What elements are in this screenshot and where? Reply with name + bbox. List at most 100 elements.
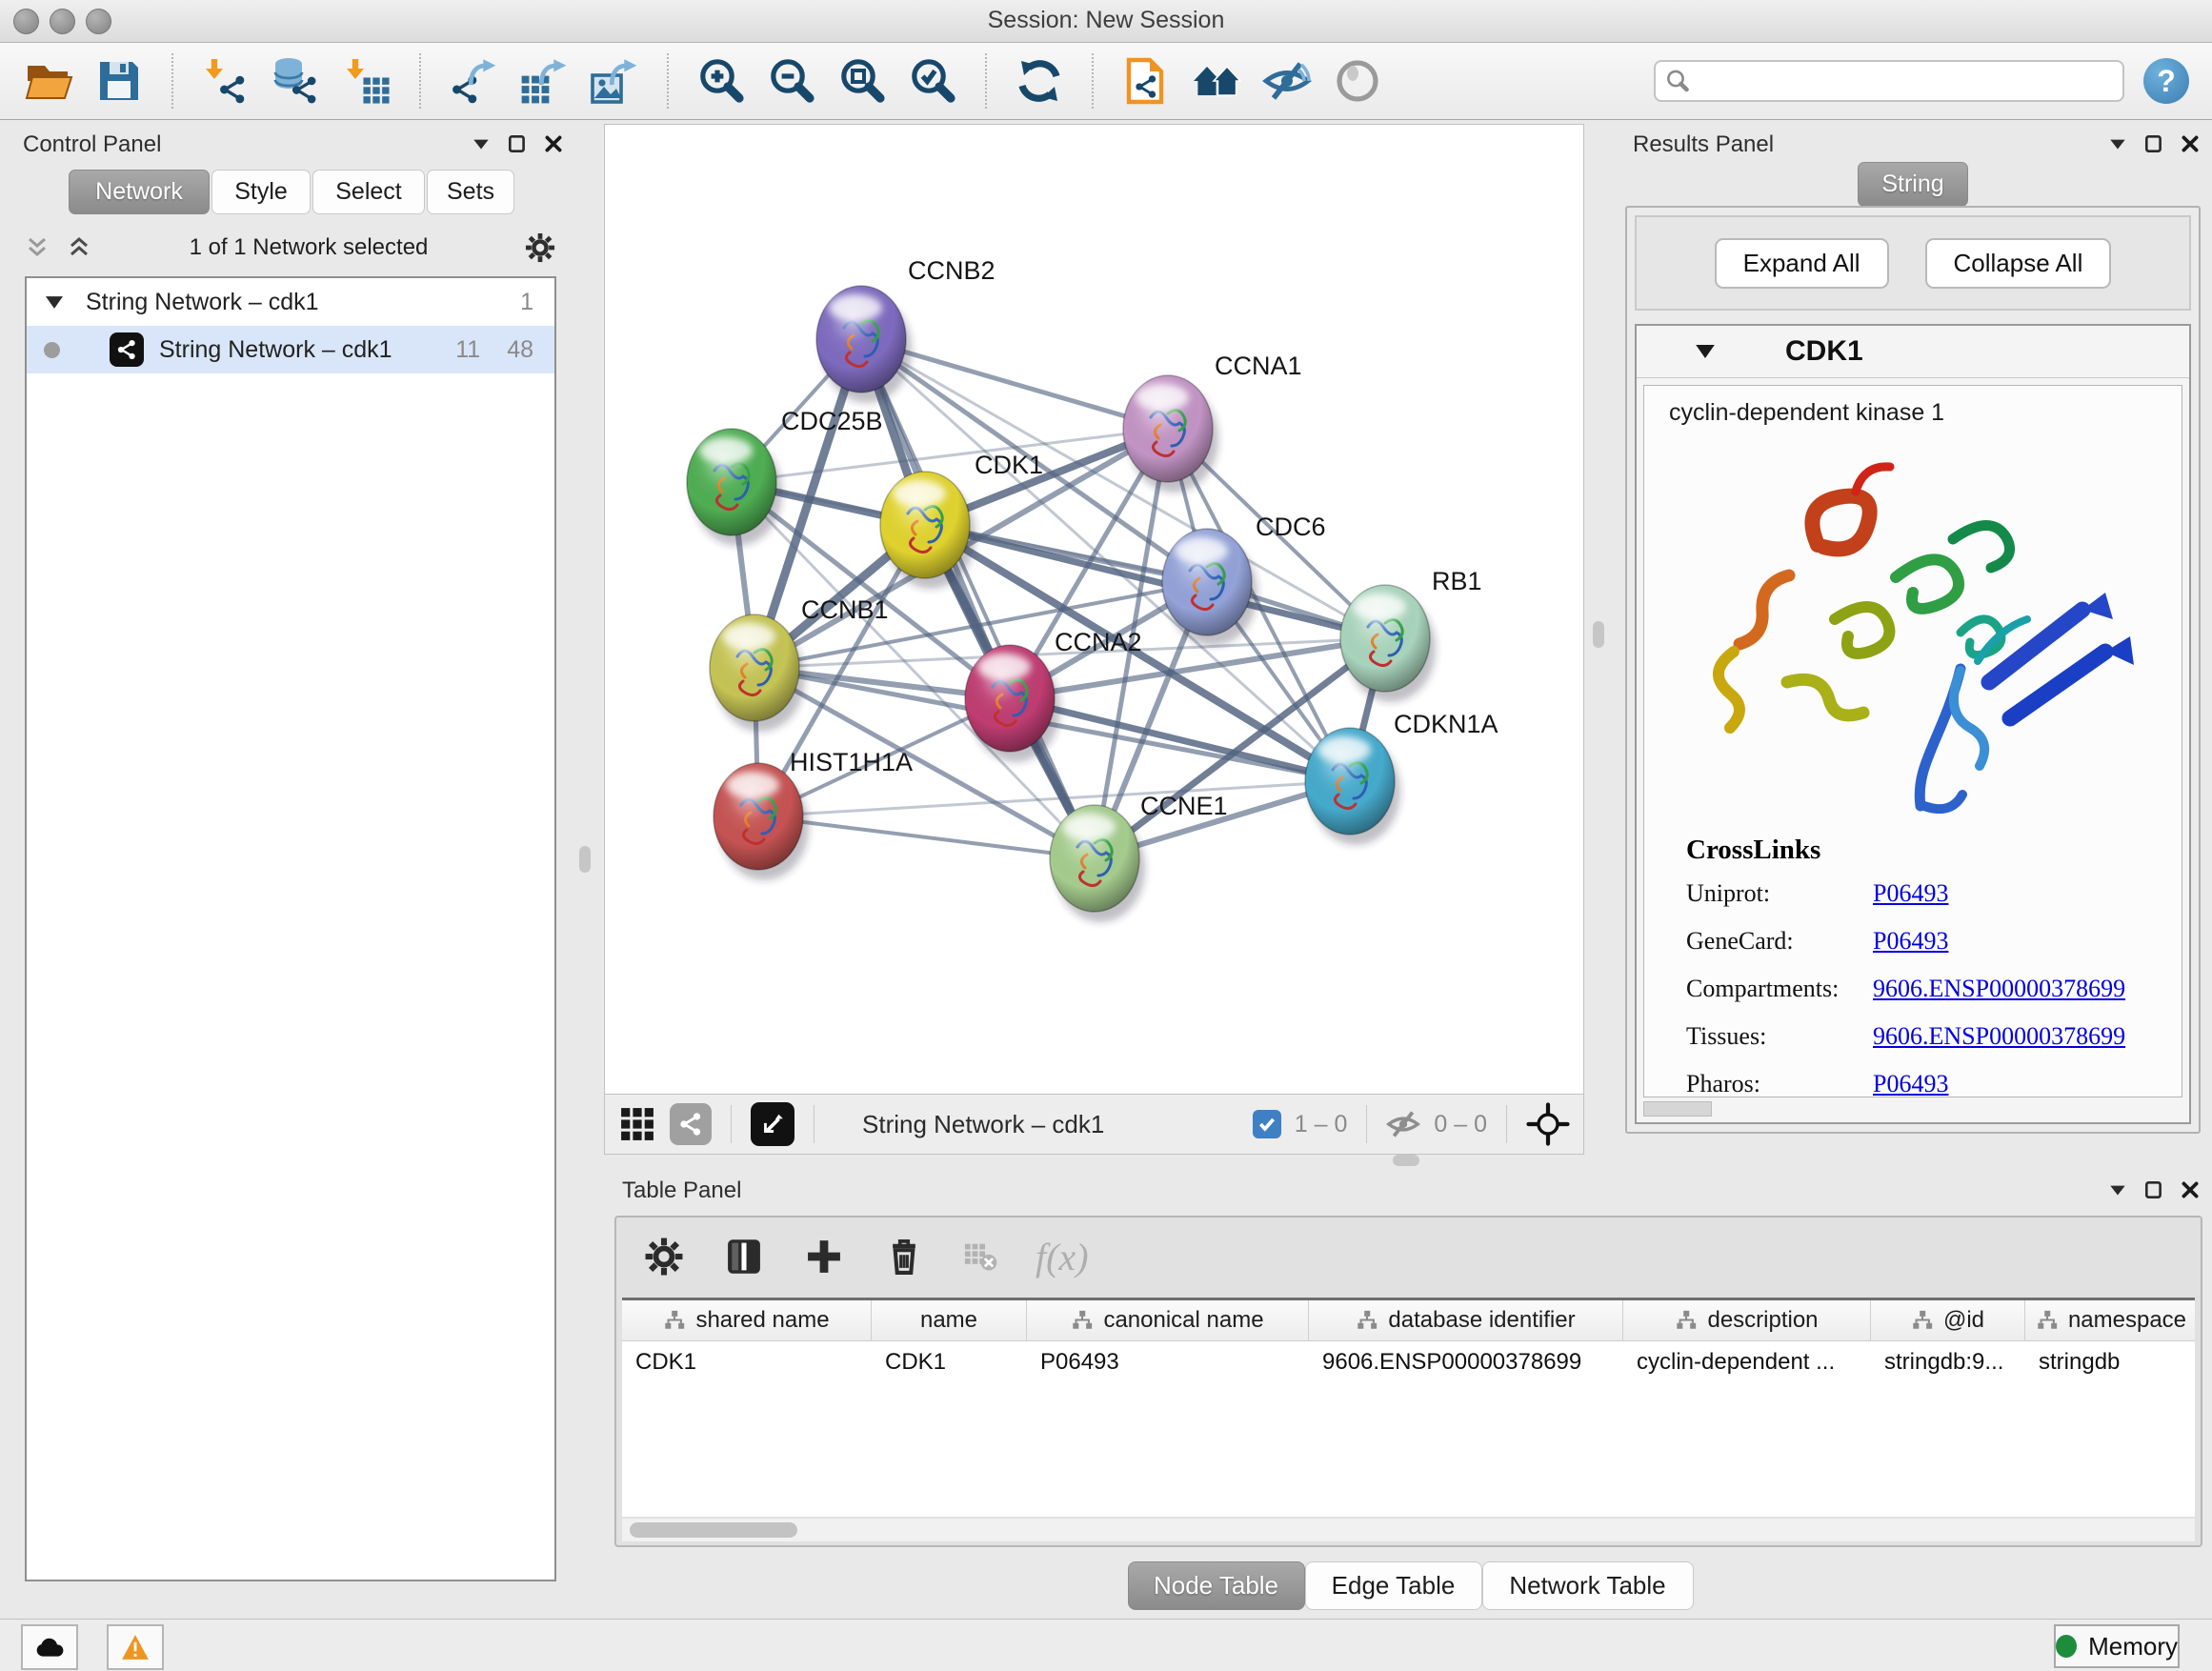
expand-all-icon[interactable] bbox=[65, 233, 93, 262]
close-panel-icon[interactable] bbox=[543, 133, 564, 154]
import-network-from-database-button[interactable] bbox=[271, 55, 322, 107]
zoom-selected-button[interactable] bbox=[907, 55, 958, 107]
gene-section-header[interactable]: CDK1 bbox=[1637, 326, 2189, 378]
help-button[interactable]: ? bbox=[2143, 58, 2189, 104]
tab-network[interactable]: Network bbox=[69, 170, 210, 214]
crosslink-label: Compartments: bbox=[1686, 975, 1873, 1003]
toolbar-separator bbox=[1506, 1105, 1507, 1143]
collapse-all-button[interactable]: Collapse All bbox=[1925, 238, 2112, 289]
warnings-button[interactable] bbox=[107, 1624, 164, 1670]
export-table-button[interactable] bbox=[518, 55, 570, 107]
tab-network-table[interactable]: Network Table bbox=[1482, 1561, 1694, 1610]
shared-column-icon bbox=[1071, 1309, 1094, 1332]
toolbar-separator bbox=[171, 53, 173, 109]
uniprot-link[interactable]: P06493 bbox=[1873, 879, 1948, 908]
close-panel-icon[interactable] bbox=[2180, 1179, 2201, 1200]
section-collapse-arrow-icon[interactable] bbox=[1696, 345, 1715, 358]
vertical-splitter-handle[interactable] bbox=[579, 846, 591, 873]
memory-button[interactable]: Memory bbox=[2054, 1624, 2180, 1668]
zoom-in-button[interactable] bbox=[695, 55, 747, 107]
network-node[interactable]: CDKN1A bbox=[1305, 710, 1498, 845]
scrollbar-thumb[interactable] bbox=[630, 1522, 797, 1538]
table-horizontal-scrollbar[interactable] bbox=[622, 1519, 2195, 1541]
maximize-panel-icon[interactable] bbox=[2143, 133, 2164, 154]
save-session-button[interactable] bbox=[93, 55, 145, 107]
maximize-panel-icon[interactable] bbox=[507, 133, 528, 154]
network-type-badge-icon[interactable] bbox=[670, 1103, 712, 1145]
crosslink-label: Tissues: bbox=[1686, 1022, 1873, 1051]
open-session-button[interactable] bbox=[23, 55, 74, 107]
column-header[interactable]: @id bbox=[1871, 1300, 2025, 1340]
tab-sets[interactable]: Sets bbox=[427, 170, 514, 214]
horizontal-splitter-handle[interactable] bbox=[1393, 1155, 1419, 1166]
maximize-panel-icon[interactable] bbox=[2143, 1179, 2164, 1200]
column-header[interactable]: description bbox=[1623, 1300, 1871, 1340]
pharos-link[interactable]: P06493 bbox=[1873, 1070, 1948, 1097]
network-node[interactable]: CDC6 bbox=[1162, 513, 1326, 646]
share-document-button[interactable] bbox=[1120, 55, 1172, 107]
import-network-button[interactable] bbox=[200, 55, 251, 107]
column-header[interactable]: canonical name bbox=[1027, 1300, 1309, 1340]
import-table-button[interactable] bbox=[341, 55, 392, 107]
zoom-out-button[interactable] bbox=[766, 55, 817, 107]
hide-panel-button[interactable] bbox=[1261, 55, 1313, 107]
collapse-all-icon[interactable] bbox=[23, 233, 51, 262]
network-options-gear-icon[interactable] bbox=[524, 232, 556, 264]
collection-count: 1 bbox=[520, 289, 533, 316]
expand-all-button[interactable]: Expand All bbox=[1715, 238, 1889, 289]
network-collection-row[interactable]: String Network – cdk1 1 bbox=[27, 278, 554, 326]
collection-expand-arrow-icon[interactable] bbox=[46, 296, 63, 309]
column-header[interactable]: database identifier bbox=[1309, 1300, 1623, 1340]
show-panel-button[interactable] bbox=[1332, 55, 1383, 107]
table-options-gear-icon[interactable] bbox=[643, 1236, 685, 1278]
network-row-selected[interactable]: String Network – cdk1 11 48 bbox=[27, 326, 554, 373]
selected-checkbox-icon[interactable] bbox=[1253, 1110, 1281, 1138]
grid-view-icon[interactable] bbox=[618, 1105, 656, 1143]
column-header[interactable]: name bbox=[872, 1300, 1027, 1340]
tab-string[interactable]: String bbox=[1858, 162, 1968, 207]
tab-edge-table[interactable]: Edge Table bbox=[1305, 1561, 1482, 1610]
vertical-splitter-handle[interactable] bbox=[1593, 621, 1604, 648]
tab-style[interactable]: Style bbox=[211, 170, 311, 214]
hidden-items-eye-slash-icon bbox=[1386, 1107, 1420, 1141]
home-network-button[interactable] bbox=[1191, 55, 1242, 107]
birds-eye-view-icon[interactable] bbox=[1526, 1102, 1570, 1146]
network-edge[interactable] bbox=[758, 816, 1095, 858]
float-panel-icon[interactable] bbox=[2107, 133, 2128, 154]
zoom-fit-button[interactable] bbox=[836, 55, 888, 107]
node-label: CDC6 bbox=[1256, 513, 1326, 541]
show-columns-icon[interactable] bbox=[723, 1236, 765, 1278]
node-label: CCNB1 bbox=[801, 595, 889, 624]
float-panel-icon[interactable] bbox=[471, 133, 492, 154]
tab-node-table[interactable]: Node Table bbox=[1128, 1561, 1305, 1610]
close-panel-icon[interactable] bbox=[2180, 133, 2201, 154]
cell-database-identifier: 9606.ENSP00000378699 bbox=[1309, 1349, 1623, 1376]
network-node[interactable]: CCNE1 bbox=[1050, 792, 1228, 922]
tissues-link[interactable]: 9606.ENSP00000378699 bbox=[1873, 1022, 2125, 1051]
gene-description: cyclin-dependent kinase 1 bbox=[1644, 386, 2182, 427]
tab-select[interactable]: Select bbox=[312, 170, 425, 214]
network-view-panel: CCNB2CCNA1CDC25BCDK1CDC6RB1CCNB1CCNA2CDK… bbox=[604, 124, 1584, 1155]
horizontal-scrollbar-thumb[interactable] bbox=[1643, 1101, 1712, 1117]
toolbar-separator bbox=[1366, 1105, 1367, 1143]
refresh-button[interactable] bbox=[1014, 55, 1065, 107]
detach-view-button[interactable] bbox=[751, 1102, 794, 1146]
float-panel-icon[interactable] bbox=[2107, 1179, 2128, 1200]
question-mark-icon: ? bbox=[2157, 64, 2176, 99]
table-row[interactable]: CDK1 CDK1 P06493 9606.ENSP00000378699 cy… bbox=[622, 1341, 2195, 1383]
compartments-link[interactable]: 9606.ENSP00000378699 bbox=[1873, 975, 2125, 1003]
network-node[interactable]: RB1 bbox=[1340, 567, 1482, 702]
crosslinks-title: CrossLinks bbox=[1686, 835, 2182, 866]
delete-column-trash-icon[interactable] bbox=[883, 1236, 925, 1278]
genecard-link[interactable]: P06493 bbox=[1873, 927, 1948, 956]
column-header[interactable]: shared name bbox=[622, 1300, 872, 1340]
create-column-plus-icon[interactable] bbox=[803, 1236, 845, 1278]
export-network-button[interactable] bbox=[448, 55, 499, 107]
search-input[interactable] bbox=[1654, 60, 2124, 102]
houses-icon bbox=[1192, 56, 1241, 106]
network-canvas[interactable]: CCNB2CCNA1CDC25BCDK1CDC6RB1CCNB1CCNA2CDK… bbox=[605, 125, 1583, 1096]
cloud-status-button[interactable] bbox=[21, 1624, 78, 1670]
node-label: CDC25B bbox=[781, 407, 883, 435]
export-image-button[interactable] bbox=[589, 55, 640, 107]
column-header[interactable]: namespace bbox=[2025, 1300, 2195, 1340]
